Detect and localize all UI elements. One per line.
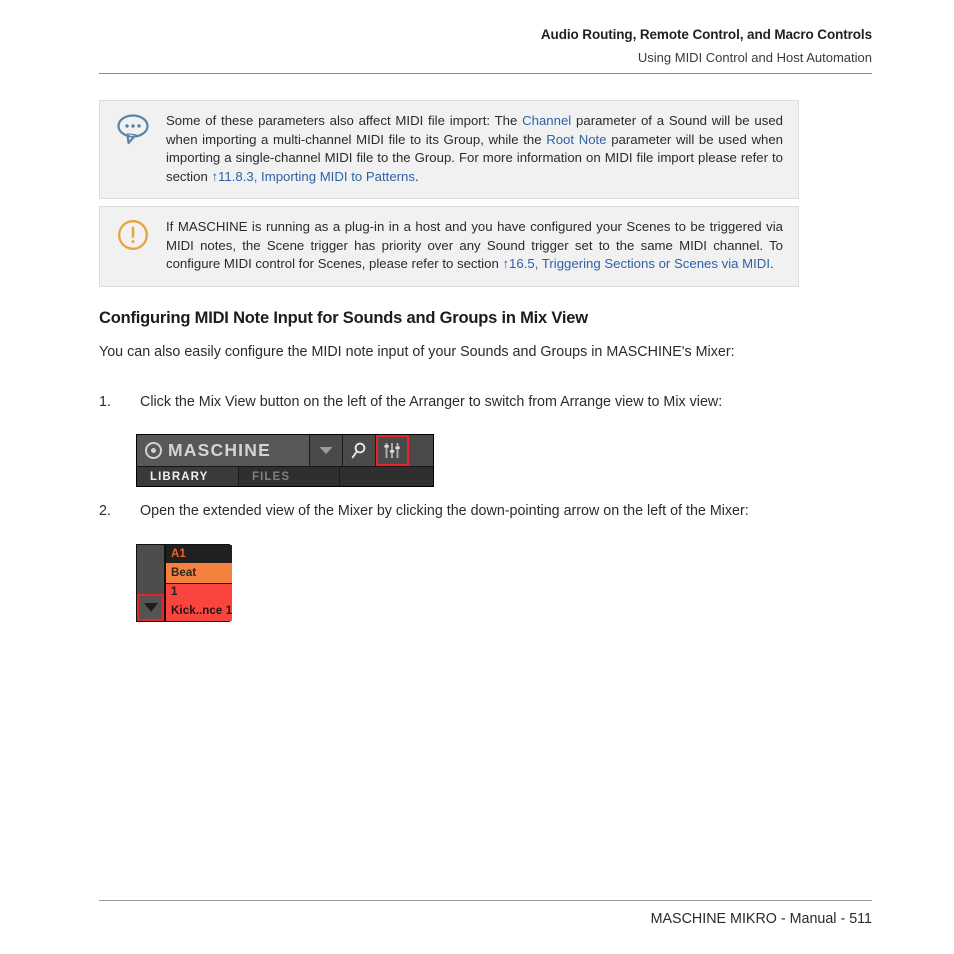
step-1-text: Click the Mix View button on the left of… (140, 394, 723, 410)
footer-divider (99, 900, 872, 901)
section-intro-paragraph: You can also easily configure the MIDI n… (99, 344, 735, 360)
mixer-sound-name[interactable]: Kick..nce 1 (166, 600, 233, 621)
step-2-text: Open the extended view of the Mixer by c… (140, 503, 749, 519)
mixer-group-index[interactable]: A1 (166, 545, 233, 563)
callout-warning-seg-2: . (770, 256, 774, 272)
callout-tip-text: Some of these parameters also affect MID… (166, 101, 798, 198)
mixer-extend-button[interactable] (137, 594, 164, 621)
callout-warning: If MASCHINE is running as a plug-in in a… (99, 206, 799, 287)
callout-warning-text: If MASCHINE is running as a plug-in in a… (166, 207, 798, 286)
chevron-down-icon-button[interactable] (310, 435, 343, 466)
maschine-tab-spacer (340, 467, 433, 486)
maschine-toolbar-row: MASCHINE (137, 435, 433, 466)
maschine-toolbar-spacer (409, 435, 433, 466)
step-item-2: 2. Open the extended view of the Mixer b… (99, 501, 799, 522)
link-root-note[interactable]: Root Note (546, 132, 606, 147)
mixer-channel-column: A1 Beat 1 Kick..nce 1 (165, 545, 233, 621)
tab-files[interactable]: FILES (239, 467, 340, 486)
mixer-group-name[interactable]: Beat (166, 562, 233, 584)
search-icon (351, 442, 366, 459)
callout-tip: Some of these parameters also affect MID… (99, 100, 799, 200)
document-page: Audio Routing, Remote Control, and Macro… (0, 0, 954, 954)
step-item-1: 1. Click the Mix View button on the left… (99, 392, 799, 413)
step-2-number: 2. (99, 503, 111, 519)
link-triggering-sections-or-scenes-via-midi[interactable]: ↑16.5, Triggering Sections or Scenes via… (502, 256, 770, 271)
header-divider (99, 73, 872, 74)
footer-text: MASCHINE MIKRO - Manual - 511 (650, 911, 872, 927)
mix-view-button[interactable] (376, 435, 409, 466)
triangle-down-icon (143, 603, 158, 612)
section-heading: Configuring MIDI Note Input for Sounds a… (99, 309, 588, 327)
maschine-logo-text: MASCHINE (168, 440, 271, 460)
maschine-header-widget: MASCHINE LIBRARY FILES (136, 434, 434, 487)
maschine-tab-row: LIBRARY FILES (137, 466, 433, 486)
concentric-circle-icon (145, 442, 162, 459)
warning-circle-icon (100, 207, 166, 251)
mixer-strip-widget: A1 Beat 1 Kick..nce 1 (136, 544, 233, 622)
callout-tip-seg-0: Some of these parameters also affect MID… (166, 113, 523, 128)
step-1-number: 1. (99, 394, 111, 410)
mix-view-icon (384, 443, 400, 458)
speech-bubble-icon (100, 101, 166, 145)
page-header: Audio Routing, Remote Control, and Macro… (99, 26, 872, 67)
tab-library[interactable]: LIBRARY (137, 467, 239, 486)
callout-tip-seg-6: . (414, 168, 419, 184)
link-importing-midi-to-patterns[interactable]: ↑11.8.3, Importing MIDI to Patterns (211, 169, 415, 184)
chevron-down-icon (319, 447, 333, 454)
mixer-extend-column (137, 545, 165, 621)
header-title: Audio Routing, Remote Control, and Macro… (540, 27, 872, 42)
maschine-logo: MASCHINE (137, 435, 310, 466)
link-channel[interactable]: Channel (522, 113, 571, 128)
search-icon-button[interactable] (343, 435, 376, 466)
mixer-sound-index[interactable]: 1 (166, 583, 233, 601)
header-subtitle: Using MIDI Control and Host Automation (637, 50, 872, 65)
